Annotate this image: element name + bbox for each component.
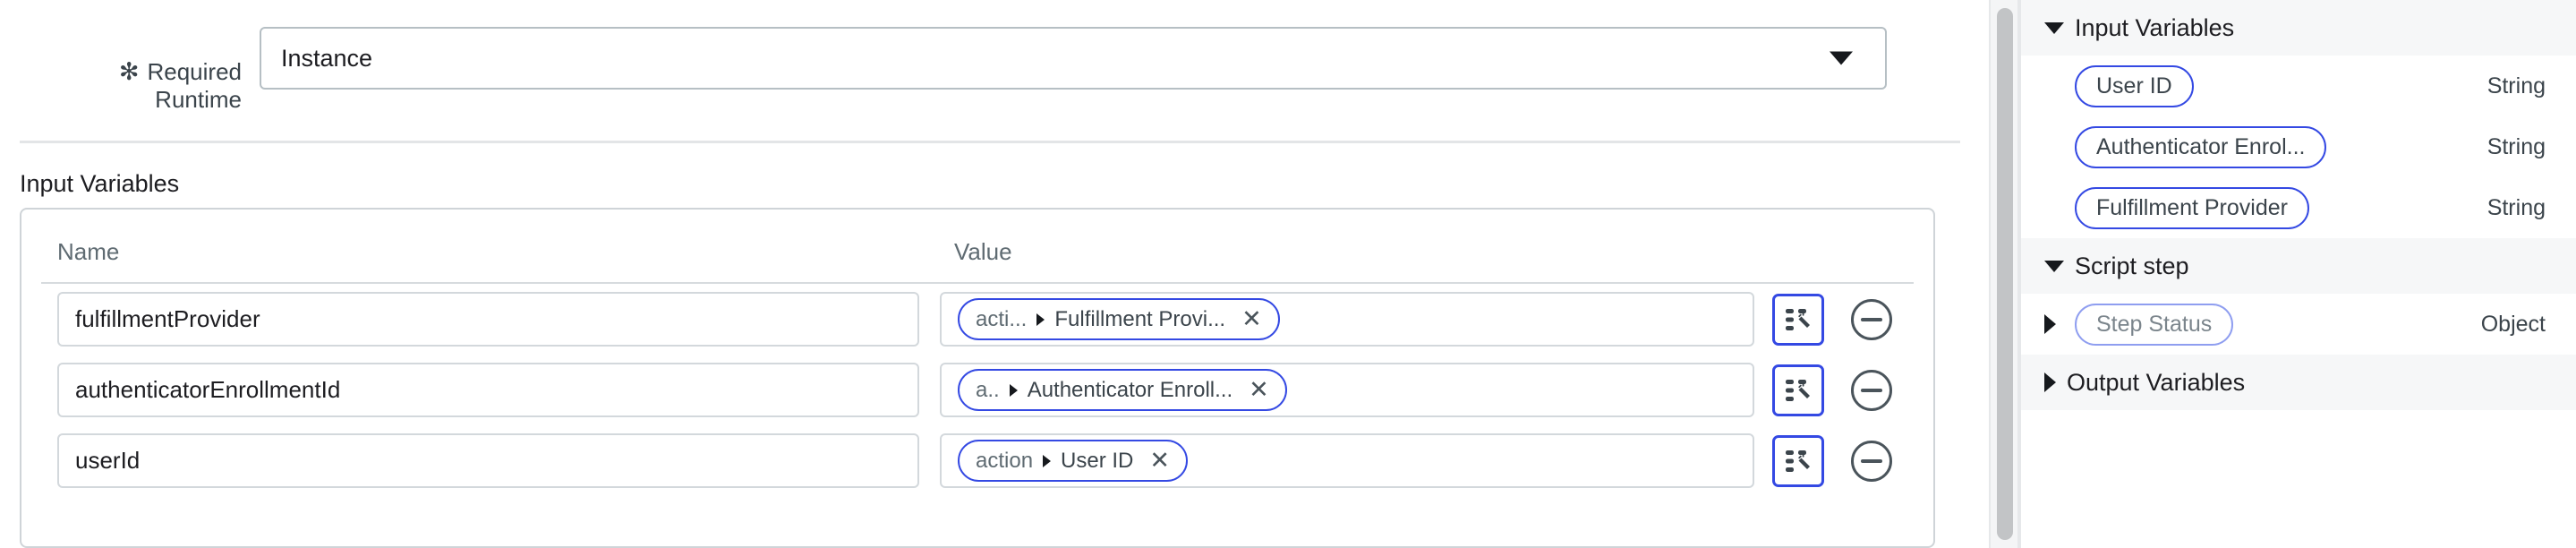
chevron-right-icon bbox=[1009, 383, 1018, 397]
sidebar-group-body-script-step: Step Status Object bbox=[2021, 294, 2576, 355]
runtime-select[interactable]: Instance bbox=[260, 27, 1887, 90]
expression-wand-button[interactable] bbox=[1772, 364, 1824, 416]
sidebar-group-title: Script step bbox=[2075, 252, 2189, 279]
remove-row-button[interactable] bbox=[1851, 298, 1892, 340]
sidebar-group-header-output-variables[interactable]: Output Variables bbox=[2021, 355, 2576, 410]
chip-scope-label: action bbox=[976, 448, 1034, 473]
chip-scope-label: acti... bbox=[976, 306, 1028, 331]
chevron-right-icon bbox=[1043, 454, 1052, 467]
required-runtime-label-text: Required Runtime bbox=[147, 58, 242, 113]
close-icon[interactable]: ✕ bbox=[1241, 307, 1262, 331]
column-header-value: Value bbox=[954, 238, 1012, 265]
variable-value-field[interactable]: action User ID ✕ bbox=[940, 433, 1754, 488]
variable-pill[interactable]: Step Status bbox=[2075, 303, 2234, 346]
value-chip[interactable]: a.. Authenticator Enroll... ✕ bbox=[958, 369, 1287, 411]
sidebar-group-header-input-variables[interactable]: Input Variables bbox=[2021, 0, 2576, 56]
variable-name-input[interactable]: userId bbox=[57, 433, 919, 488]
table-header: Name Value bbox=[21, 210, 1933, 284]
triangle-down-icon bbox=[2044, 21, 2064, 34]
required-runtime-row: ✻ Required Runtime Instance bbox=[0, 27, 1924, 114]
variable-pill[interactable]: User ID bbox=[2075, 64, 2194, 107]
chip-scope-label: a.. bbox=[976, 377, 1000, 402]
chevron-right-icon bbox=[1036, 313, 1045, 326]
variable-type-label: String bbox=[2486, 73, 2546, 98]
variable-type-label: String bbox=[2486, 194, 2546, 220]
sidebar-group-title: Output Variables bbox=[2067, 368, 2246, 396]
table-row: authenticatorEnrollmentId a.. Authentica… bbox=[21, 355, 1933, 425]
input-variables-heading: Input Variables bbox=[20, 170, 180, 197]
runtime-select-value: Instance bbox=[281, 44, 373, 72]
triangle-down-icon bbox=[2044, 260, 2064, 272]
sidebar-group-header-script-step[interactable]: Script step bbox=[2021, 238, 2576, 294]
required-runtime-label: ✻ Required Runtime bbox=[0, 27, 260, 114]
table-row: fulfillmentProvider acti... Fulfillment … bbox=[21, 284, 1933, 355]
remove-row-button[interactable] bbox=[1851, 369, 1892, 411]
minus-icon bbox=[1861, 458, 1882, 463]
sidebar-variable-row[interactable]: User ID String bbox=[2021, 56, 2576, 116]
variable-name-input[interactable]: fulfillmentProvider bbox=[57, 292, 919, 347]
close-icon[interactable]: ✕ bbox=[1149, 449, 1170, 473]
triangle-right-icon bbox=[2044, 372, 2056, 392]
table-body: fulfillmentProvider acti... Fulfillment … bbox=[21, 284, 1933, 496]
sidebar-group-title: Input Variables bbox=[2075, 13, 2235, 41]
expression-wand-button[interactable] bbox=[1772, 293, 1824, 346]
row-expander[interactable] bbox=[2044, 314, 2075, 334]
remove-row-button[interactable] bbox=[1851, 440, 1892, 482]
variable-name-input[interactable]: authenticatorEnrollmentId bbox=[57, 363, 919, 417]
wand-icon bbox=[1786, 450, 1810, 472]
minus-icon bbox=[1861, 388, 1882, 392]
sidebar-group-body-input-variables: User ID String Authenticator Enrol... St… bbox=[2021, 56, 2576, 238]
variable-type-label: Object bbox=[2480, 311, 2546, 337]
variable-value-field[interactable]: acti... Fulfillment Provi... ✕ bbox=[940, 292, 1754, 347]
variable-type-label: String bbox=[2486, 133, 2546, 159]
required-asterisk-icon: ✻ bbox=[118, 58, 140, 85]
column-header-name: Name bbox=[57, 238, 120, 265]
wand-icon bbox=[1786, 308, 1810, 330]
variable-pill[interactable]: Authenticator Enrol... bbox=[2075, 125, 2327, 168]
chip-name-label: Fulfillment Provi... bbox=[1054, 306, 1226, 331]
input-variables-table: Name Value fulfillmentProvider acti... F… bbox=[20, 208, 1935, 548]
value-chip[interactable]: acti... Fulfillment Provi... ✕ bbox=[958, 298, 1280, 340]
chip-name-label: User ID bbox=[1061, 448, 1134, 473]
sidebar-variable-row[interactable]: Authenticator Enrol... String bbox=[2021, 116, 2576, 177]
sidebar-variable-row[interactable]: Step Status Object bbox=[2021, 294, 2576, 355]
expression-wand-button[interactable] bbox=[1772, 434, 1824, 487]
chip-name-label: Authenticator Enroll... bbox=[1027, 377, 1233, 402]
triangle-right-icon bbox=[2044, 314, 2056, 334]
table-row: userId action User ID ✕ bbox=[21, 425, 1933, 496]
variable-pill[interactable]: Fulfillment Provider bbox=[2075, 186, 2309, 229]
main-pane: ✻ Required Runtime Instance Input Variabl… bbox=[0, 0, 1989, 548]
section-divider bbox=[20, 141, 1960, 143]
close-icon[interactable]: ✕ bbox=[1249, 378, 1269, 402]
variables-side-panel: Input Variables User ID String Authentic… bbox=[2019, 0, 2576, 548]
sidebar-variable-row[interactable]: Fulfillment Provider String bbox=[2021, 177, 2576, 238]
scrollbar-thumb[interactable] bbox=[1997, 8, 2013, 540]
vertical-scrollbar[interactable] bbox=[1989, 0, 2019, 548]
minus-icon bbox=[1861, 317, 1882, 321]
wand-icon bbox=[1786, 379, 1810, 401]
page-root: ✻ Required Runtime Instance Input Variabl… bbox=[0, 0, 2576, 548]
variable-value-field[interactable]: a.. Authenticator Enroll... ✕ bbox=[940, 363, 1754, 417]
chevron-down-icon bbox=[1830, 51, 1853, 65]
value-chip[interactable]: action User ID ✕ bbox=[958, 440, 1189, 482]
